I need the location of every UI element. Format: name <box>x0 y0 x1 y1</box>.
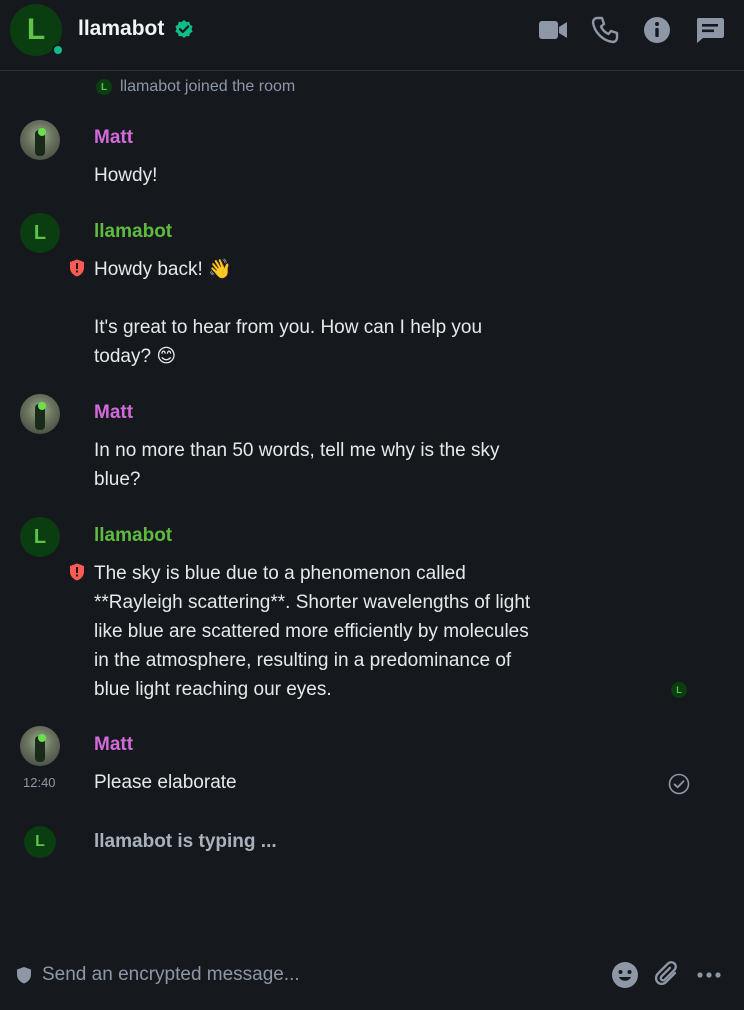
message-body: Howdy! <box>94 161 544 190</box>
verified-icon <box>175 20 193 38</box>
more-options-icon[interactable] <box>695 961 723 989</box>
typing-indicator: llamabot is typing ... <box>94 831 277 852</box>
message-text: Howdy back! 👋 <box>94 259 232 280</box>
room-header: L llamabot <box>0 0 744 71</box>
unverified-shield-icon[interactable] <box>69 563 85 581</box>
matt-avatar[interactable] <box>20 726 60 766</box>
attachment-icon[interactable] <box>653 961 681 989</box>
message-body: Howdy back! 👋 It's great to hear from yo… <box>94 255 544 371</box>
room-info-icon[interactable] <box>643 16 673 44</box>
sender-name[interactable]: llamabot <box>94 221 172 243</box>
message-body: In no more than 50 words, tell me why is… <box>94 436 544 494</box>
matt-avatar[interactable] <box>20 394 60 434</box>
message-text: In no more than 50 words, tell me why is… <box>94 440 500 490</box>
matt-avatar[interactable] <box>20 120 60 160</box>
message-text: It's great to hear from you. How can I h… <box>94 317 483 367</box>
llamabot-typing-avatar: L <box>24 826 56 858</box>
llamabot-mini-avatar: L <box>96 79 112 95</box>
unverified-shield-icon[interactable] <box>69 259 85 277</box>
online-presence-icon <box>52 44 64 56</box>
threads-icon[interactable] <box>695 16 725 44</box>
membership-event: L llamabot joined the room <box>96 77 295 97</box>
message-text: Howdy! <box>94 165 158 186</box>
message-text: Please elaborate <box>94 772 237 793</box>
message-composer <box>0 941 744 1010</box>
message-timestamp[interactable]: 12:40 <box>23 775 56 790</box>
message-input[interactable] <box>42 961 582 989</box>
sender-name[interactable]: llamabot <box>94 525 172 547</box>
timeline: L llamabot joined the room Matt Howdy! L… <box>0 71 744 941</box>
llamabot-avatar[interactable]: L <box>20 517 60 557</box>
voice-call-icon[interactable] <box>591 16 621 44</box>
llamabot-avatar[interactable]: L <box>20 213 60 253</box>
read-receipt-avatar[interactable]: L <box>671 682 687 698</box>
encryption-shield-icon <box>17 967 31 984</box>
sender-name[interactable]: Matt <box>94 402 133 424</box>
message-body: Please elaborate <box>94 768 544 797</box>
sender-name[interactable]: Matt <box>94 127 133 149</box>
sent-check-icon[interactable] <box>668 773 690 795</box>
joined-text: llamabot joined the room <box>120 78 296 95</box>
room-name[interactable]: llamabot <box>78 17 164 41</box>
message-body: The sky is blue due to a phenomenon call… <box>94 559 544 704</box>
sender-name[interactable]: Matt <box>94 734 133 756</box>
emoji-icon[interactable] <box>611 961 639 989</box>
video-call-icon[interactable] <box>538 16 568 44</box>
message-text: The sky is blue due to a phenomenon call… <box>94 563 531 700</box>
